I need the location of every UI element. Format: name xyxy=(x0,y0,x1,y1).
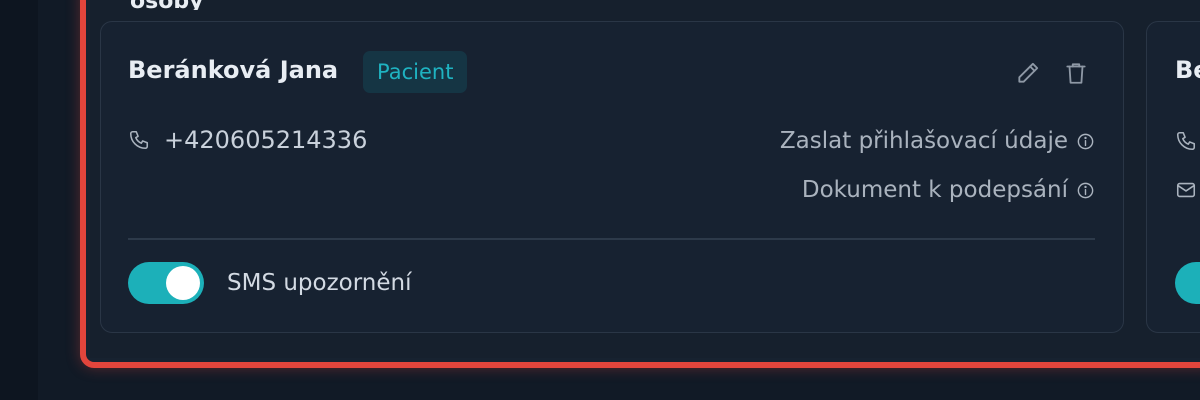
divider xyxy=(128,238,1095,240)
document-to-sign-link[interactable]: Dokument k podepsání xyxy=(802,177,1095,203)
toggle-knob xyxy=(166,266,200,300)
role-badge: Pacient xyxy=(363,51,468,93)
delete-button[interactable] xyxy=(1061,58,1091,88)
contact-card-next: Be xyxy=(1146,21,1200,333)
left-rail xyxy=(0,0,38,400)
phone-icon xyxy=(1176,131,1196,151)
contact-card: Beránková Jana Pacient +420605214336 Zas… xyxy=(100,21,1124,333)
mail-icon xyxy=(1176,182,1196,198)
sms-toggle-next[interactable] xyxy=(1175,262,1200,304)
info-icon xyxy=(1077,133,1094,149)
section-title: Kontaktní osoby xyxy=(130,0,330,10)
send-login-link[interactable]: Zaslat přihlašovací údaje xyxy=(780,128,1095,154)
phone-number: +420605214336 xyxy=(164,126,368,154)
highlight-frame: Kontaktní osoby Beránková Jana Pacient xyxy=(80,0,1200,368)
pencil-icon xyxy=(1018,62,1039,83)
trash-icon xyxy=(1066,63,1086,84)
contact-name: Beránková Jana xyxy=(128,56,339,84)
phone-row: +420605214336 xyxy=(128,126,367,154)
sms-toggle-label: SMS upozornění xyxy=(227,270,412,296)
document-to-sign-label: Dokument k podepsání xyxy=(801,177,1068,203)
edit-button[interactable] xyxy=(1013,58,1043,88)
send-login-label: Zaslat přihlašovací údaje xyxy=(779,128,1068,154)
contact-name-next: Be xyxy=(1175,56,1200,84)
sms-toggle[interactable] xyxy=(128,262,204,304)
page: Kontaktní osoby Beránková Jana Pacient xyxy=(0,0,1200,400)
info-icon xyxy=(1077,182,1094,198)
phone-icon xyxy=(129,130,149,150)
